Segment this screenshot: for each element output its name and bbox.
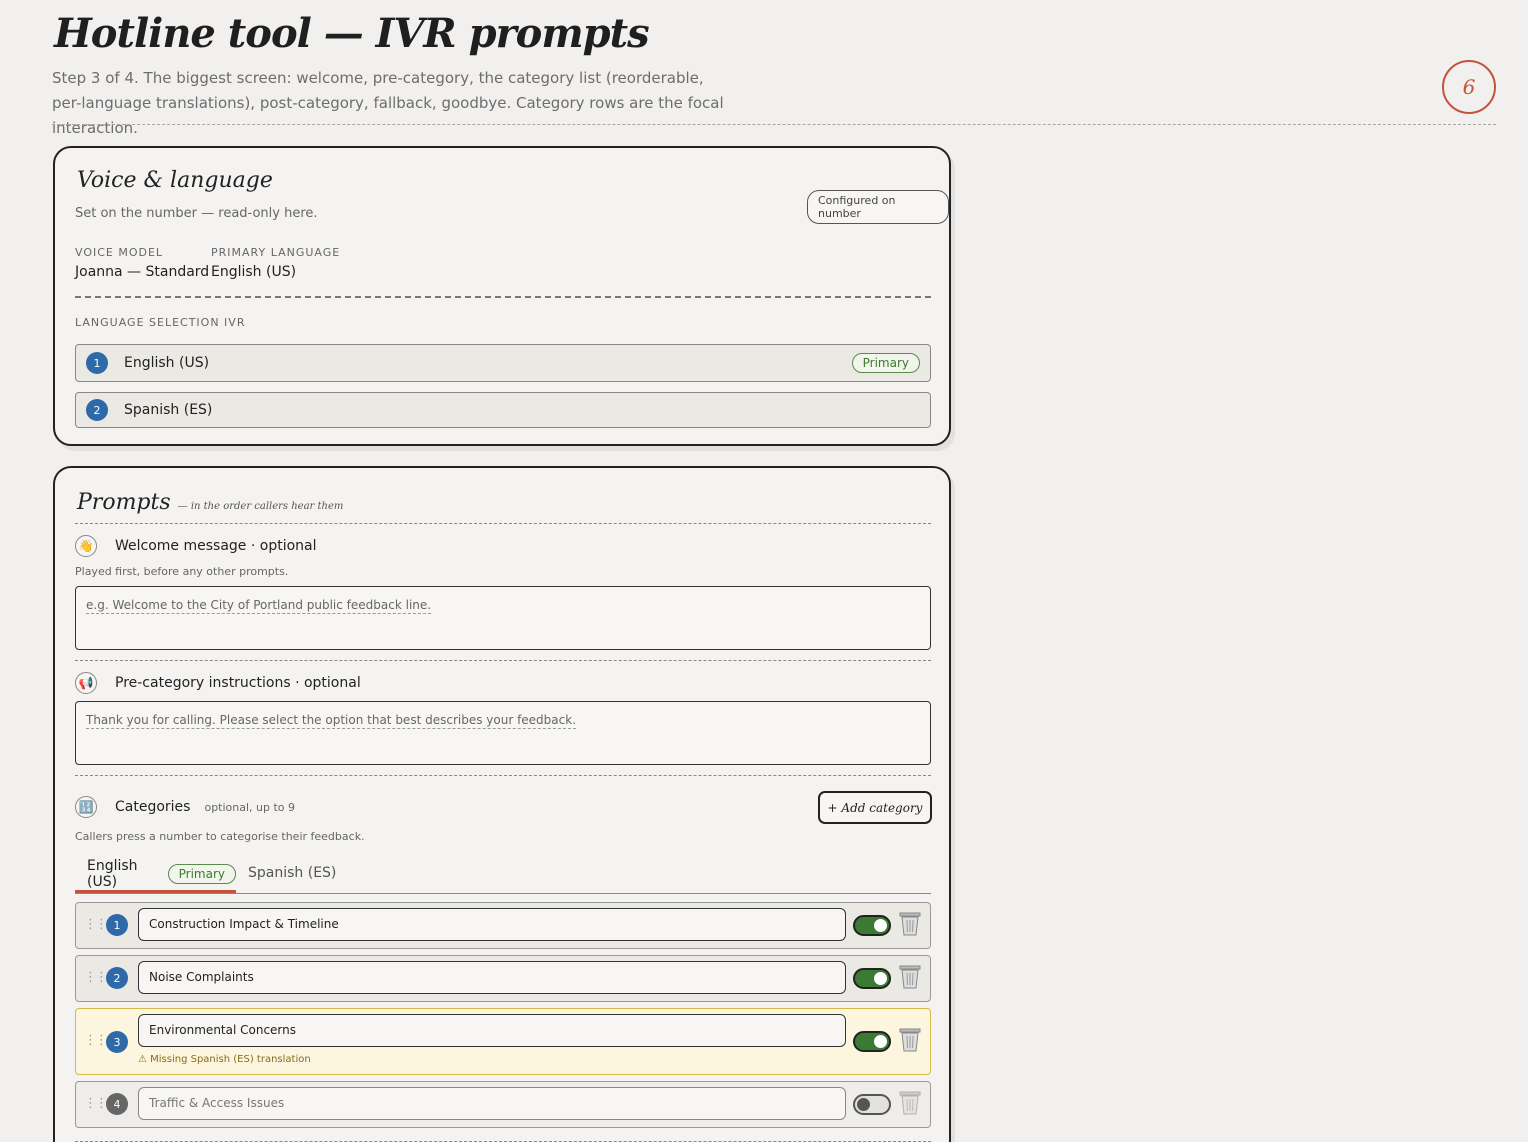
pre-category-placeholder: Thank you for calling. Please select the… xyxy=(86,713,577,729)
welcome-message-input[interactable]: e.g. Welcome to the City of Portland pub… xyxy=(75,586,931,650)
configured-badge: Configured on number xyxy=(807,190,949,224)
prompts-divider xyxy=(75,523,931,524)
trash-icon[interactable] xyxy=(899,1090,921,1116)
category-name-input[interactable]: Construction Impact & Timeline xyxy=(138,908,846,941)
missing-translation-warning: ⚠ Missing Spanish (ES) translation xyxy=(138,1054,311,1065)
voice-language-card: Voice & language Set on the number — rea… xyxy=(53,146,951,446)
category-enabled-toggle[interactable] xyxy=(853,915,891,936)
tab-primary-badge: Primary xyxy=(167,864,236,884)
prompts-title-note: — in the order callers hear them xyxy=(177,501,344,512)
pre-category-label: Pre-category instructions · optional xyxy=(115,675,361,691)
voice-model-value: Joanna — Standard xyxy=(75,264,210,280)
category-number-badge: 2 xyxy=(106,967,128,989)
voice-model-label: VOICE MODEL xyxy=(75,246,164,259)
categories-section-header: 🔢 Categories optional, up to 9 xyxy=(75,796,295,818)
primary-badge: Primary xyxy=(851,353,920,373)
prompts-card-title: Prompts — in the order callers hear them xyxy=(77,490,343,515)
category-row: ⋮⋮ 1 Construction Impact & Timeline xyxy=(75,902,931,949)
drag-handle-icon[interactable]: ⋮⋮ xyxy=(84,1096,108,1111)
voice-card-divider xyxy=(75,296,931,298)
trash-icon[interactable] xyxy=(899,911,921,937)
language-row-english: 1 English (US) Primary xyxy=(75,344,931,382)
category-number-badge: 3 xyxy=(106,1031,128,1053)
primary-language-value: English (US) xyxy=(211,264,297,280)
welcome-hint: Played first, before any other prompts. xyxy=(75,565,289,578)
category-row-warning: ⋮⋮ 3 Environmental Concerns ⚠ Missing Sp… xyxy=(75,1008,931,1075)
category-name-input[interactable]: Environmental Concerns xyxy=(138,1014,846,1047)
prompts-card: Prompts — in the order callers hear them… xyxy=(53,466,951,1142)
drag-handle-icon[interactable]: ⋮⋮ xyxy=(84,970,108,985)
category-row: ⋮⋮ 2 Noise Complaints xyxy=(75,955,931,1002)
pre-category-divider xyxy=(75,775,931,776)
categories-note: optional, up to 9 xyxy=(204,800,296,814)
header-divider xyxy=(52,124,1496,125)
page: Hotline tool — IVR prompts Step 3 of 4. … xyxy=(0,0,1528,1142)
drag-handle-icon[interactable]: ⋮⋮ xyxy=(84,1033,108,1048)
tab-english-label: English (US) xyxy=(87,858,138,890)
category-name-input[interactable]: Traffic & Access Issues xyxy=(138,1087,846,1120)
prompts-title-text: Prompts xyxy=(77,490,171,515)
category-number-badge: 4 xyxy=(106,1093,128,1115)
category-enabled-toggle[interactable] xyxy=(853,1094,891,1115)
trash-icon[interactable] xyxy=(899,964,921,990)
drag-handle-icon[interactable]: ⋮⋮ xyxy=(84,917,108,932)
welcome-divider xyxy=(75,660,931,661)
waving-hand-icon: 👋 xyxy=(75,535,97,557)
pre-category-section-header: 📢 Pre-category instructions · optional xyxy=(75,672,361,694)
add-category-button[interactable]: + Add category xyxy=(818,791,932,824)
category-number-badge: 1 xyxy=(106,914,128,936)
language-tabs: English (US) Primary Spanish (ES) xyxy=(75,858,931,894)
language-number-badge: 1 xyxy=(86,352,108,374)
tab-english[interactable]: English (US) Primary xyxy=(75,858,236,893)
language-name: English (US) xyxy=(124,355,210,371)
voice-card-title: Voice & language xyxy=(77,168,273,193)
language-ivr-label: LANGUAGE SELECTION IVR xyxy=(75,316,246,329)
category-enabled-toggle[interactable] xyxy=(853,1031,891,1052)
megaphone-icon: 📢 xyxy=(75,672,97,694)
welcome-section-header: 👋 Welcome message · optional xyxy=(75,535,317,557)
pre-category-input[interactable]: Thank you for calling. Please select the… xyxy=(75,701,931,765)
category-enabled-toggle[interactable] xyxy=(853,968,891,989)
page-title: Hotline tool — IVR prompts xyxy=(54,10,650,57)
welcome-label: Welcome message · optional xyxy=(115,538,317,554)
language-row-spanish: 2 Spanish (ES) xyxy=(75,392,931,428)
categories-hint: Callers press a number to categorise the… xyxy=(75,830,365,843)
step-number-badge: 6 xyxy=(1442,60,1496,114)
tab-spanish[interactable]: Spanish (ES) xyxy=(248,865,336,881)
language-number-badge: 2 xyxy=(86,399,108,421)
keypad-icon: 🔢 xyxy=(75,796,97,818)
primary-language-label: PRIMARY LANGUAGE xyxy=(211,246,341,259)
trash-icon[interactable] xyxy=(899,1027,921,1053)
voice-card-subtitle: Set on the number — read-only here. xyxy=(75,206,318,221)
welcome-placeholder: e.g. Welcome to the City of Portland pub… xyxy=(86,598,432,614)
category-name-input[interactable]: Noise Complaints xyxy=(138,961,846,994)
categories-label: Categories xyxy=(115,799,191,815)
category-row-disabled: ⋮⋮ 4 Traffic & Access Issues xyxy=(75,1081,931,1128)
language-name: Spanish (ES) xyxy=(124,402,213,418)
page-subtitle: Step 3 of 4. The biggest screen: welcome… xyxy=(52,69,724,137)
